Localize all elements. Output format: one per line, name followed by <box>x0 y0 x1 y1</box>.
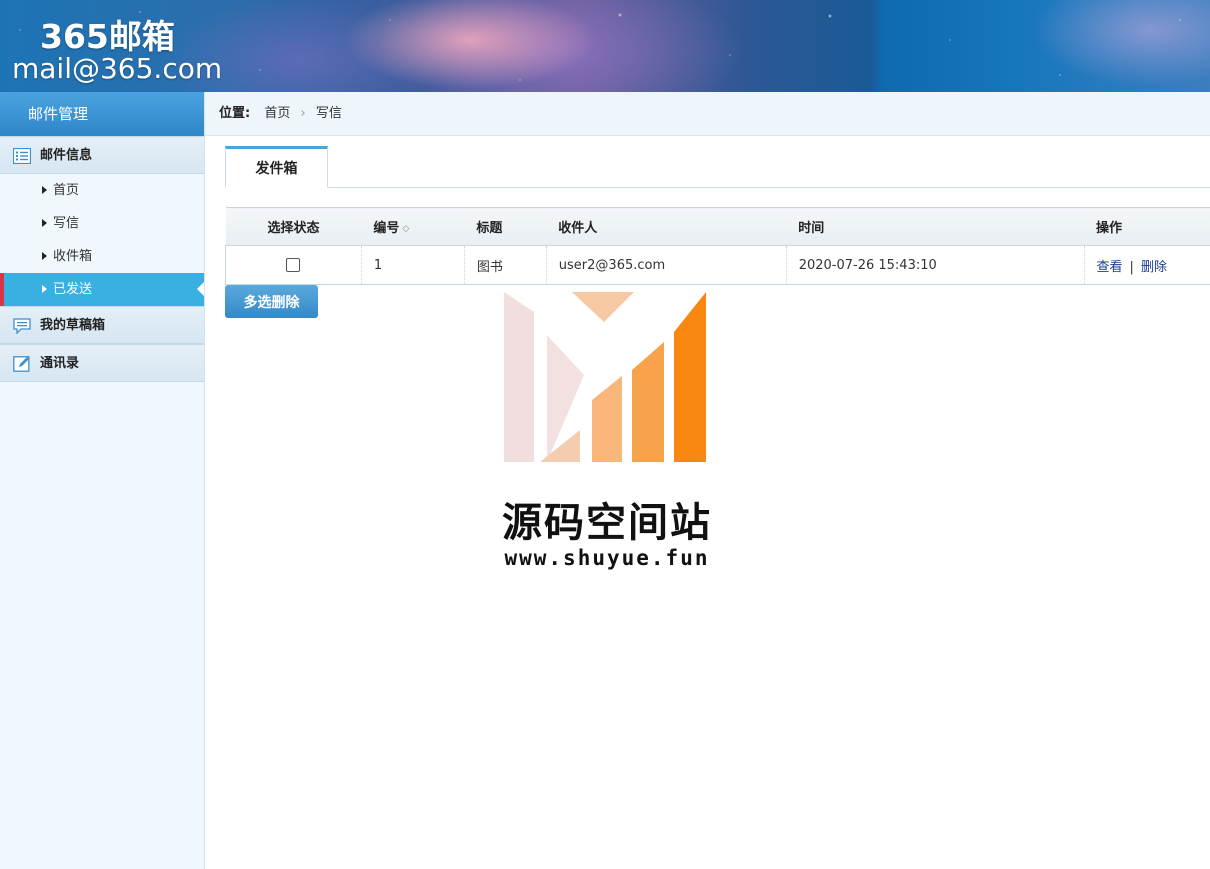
column-header-title: 标题 <box>464 207 547 246</box>
table-row: 1 图书 user2@365.com 2020-07-26 15:43:10 查… <box>225 245 1210 285</box>
breadcrumb-item-compose[interactable]: 写信 <box>316 106 342 121</box>
column-header-select: 选择状态 <box>225 207 362 246</box>
row-recipient: user2@365.com <box>545 245 787 285</box>
chevron-right-icon: › <box>300 106 306 121</box>
sidebar-group-label: 邮件信息 <box>40 148 93 163</box>
sidebar-item-label: 写信 <box>53 216 80 231</box>
sidebar-item-label: 收件箱 <box>53 249 93 264</box>
caret-right-icon <box>42 252 47 260</box>
row-number: 1 <box>360 245 465 285</box>
sidebar-group-mail-info[interactable]: 邮件信息 <box>0 136 204 174</box>
breadcrumb: 位置: 首页 › 写信 <box>205 92 1210 136</box>
edit-icon <box>13 356 30 372</box>
sidebar-group-contacts[interactable]: 通讯录 <box>0 344 204 382</box>
column-header-recipient: 收件人 <box>546 207 787 246</box>
column-header-time: 时间 <box>786 207 1085 246</box>
row-checkbox[interactable] <box>286 258 301 272</box>
sidebar-group-label: 我的草稿箱 <box>40 318 106 333</box>
delete-link[interactable]: 删除 <box>1141 260 1167 275</box>
sidebar-sub-menu: 首页 写信 收件箱 已发送 <box>0 174 204 306</box>
sidebar-item-label: 首页 <box>53 183 80 198</box>
watermark-name: 源码空间站 <box>502 499 712 546</box>
chat-icon <box>13 318 31 334</box>
caret-right-icon <box>42 285 47 293</box>
header-banner: 365邮箱 mail@365.com <box>0 0 1210 92</box>
caret-right-icon <box>42 219 47 227</box>
app-title: 365邮箱 <box>40 17 175 56</box>
sidebar-group-drafts[interactable]: 我的草稿箱 <box>0 306 204 344</box>
list-icon <box>13 148 31 164</box>
column-header-label: 编号 <box>373 221 400 236</box>
sidebar: 邮件管理 邮件信息 首页 写信 收件箱 已发送 我的草稿箱 通讯录 <box>0 92 205 869</box>
action-separator: | <box>1129 259 1134 275</box>
sidebar-item-sent[interactable]: 已发送 <box>0 273 204 306</box>
column-header-actions: 操作 <box>1084 207 1210 246</box>
row-actions: 查看 | 删除 <box>1083 245 1210 285</box>
watermark-url: www.shuyue.fun <box>504 546 710 570</box>
bulk-delete-button[interactable]: 多选删除 <box>225 285 318 318</box>
caret-right-icon <box>42 186 47 194</box>
watermark-logo-icon <box>504 292 706 462</box>
sidebar-group-label: 通讯录 <box>40 356 80 371</box>
breadcrumb-label: 位置: <box>219 106 251 121</box>
mail-table: 选择状态 编号 ◇ 标题 收件人 时间 操作 1 图书 user2@365.com… <box>225 207 1210 285</box>
sidebar-item-compose[interactable]: 写信 <box>0 207 204 240</box>
tab-bar: 发件箱 <box>225 146 1210 188</box>
sort-icon[interactable]: ◇ <box>402 224 409 234</box>
sidebar-item-home[interactable]: 首页 <box>0 174 204 207</box>
sidebar-title: 邮件管理 <box>0 92 204 136</box>
breadcrumb-item-home[interactable]: 首页 <box>264 106 290 121</box>
view-link[interactable]: 查看 <box>1097 260 1123 275</box>
tab-outbox[interactable]: 发件箱 <box>225 146 328 188</box>
column-header-number[interactable]: 编号 ◇ <box>361 207 465 246</box>
watermark: 源码空间站 www.shuyue.fun <box>492 290 722 580</box>
row-select-cell <box>225 245 362 285</box>
row-time: 2020-07-26 15:43:10 <box>785 245 1085 285</box>
app-email: mail@365.com <box>12 52 223 85</box>
sidebar-item-inbox[interactable]: 收件箱 <box>0 240 204 273</box>
row-title: 图书 <box>463 245 547 285</box>
sidebar-item-label: 已发送 <box>53 282 93 297</box>
table-header-row: 选择状态 编号 ◇ 标题 收件人 时间 操作 <box>225 207 1210 246</box>
active-pointer-icon <box>197 282 204 296</box>
